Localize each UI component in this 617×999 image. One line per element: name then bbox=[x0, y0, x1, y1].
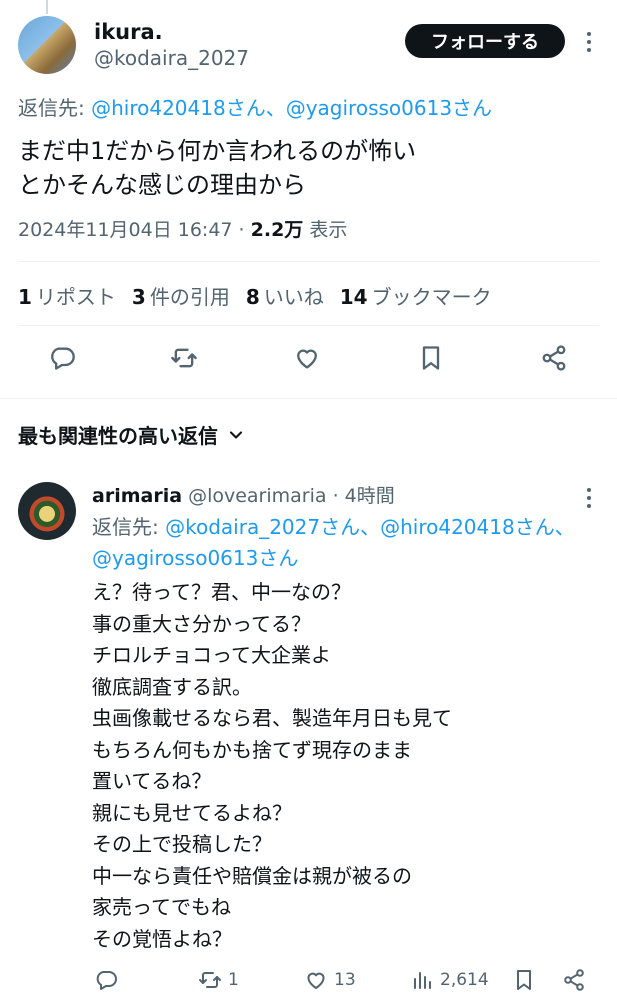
stat-likes[interactable]: 8 いいね bbox=[246, 281, 324, 310]
stat-quotes[interactable]: 3 件の引用 bbox=[132, 281, 230, 310]
retweet-button[interactable]: 1 bbox=[198, 962, 239, 998]
reply-actions: 1 13 2,614 bbox=[92, 962, 597, 998]
reply-button[interactable] bbox=[94, 962, 118, 998]
bookmark-icon[interactable] bbox=[413, 340, 449, 376]
stat-bookmarks[interactable]: 14 ブックマーク bbox=[340, 281, 492, 310]
share-button[interactable] bbox=[562, 962, 586, 998]
chevron-down-icon bbox=[229, 430, 243, 439]
user-handle[interactable]: @kodaira_2027 bbox=[94, 46, 249, 70]
divider bbox=[18, 261, 599, 262]
reply-sort-dropdown[interactable]: 最も関連性の高い返信 bbox=[18, 420, 246, 449]
tweet-meta: 2024年11月04日 16:47 · 2.2万 表示 bbox=[18, 215, 347, 242]
retweet-icon bbox=[199, 972, 221, 988]
display-name[interactable]: ikura. bbox=[94, 20, 163, 44]
more-options-icon[interactable] bbox=[581, 28, 597, 54]
reply-icon bbox=[96, 971, 117, 990]
reply-avatar[interactable] bbox=[18, 482, 76, 540]
retweet-count: 1 bbox=[228, 970, 239, 990]
reply-icon[interactable] bbox=[44, 340, 80, 376]
views-label: 表示 bbox=[303, 219, 348, 241]
main-tweet-header: ikura. @kodaira_2027 フォローする bbox=[18, 16, 599, 78]
reply-to-prefix: 返信先: bbox=[92, 515, 166, 539]
timestamp[interactable]: 2024年11月04日 16:47 · bbox=[18, 219, 251, 241]
sort-label: 最も関連性の高い返信 bbox=[18, 424, 218, 448]
reply-display-name[interactable]: arimaria bbox=[92, 485, 182, 507]
engagement-stats: 1 リポスト 3 件の引用 8 いいね 14 ブックマーク bbox=[18, 281, 492, 310]
reply-time[interactable]: · 4時間 bbox=[327, 485, 395, 507]
like-button[interactable]: 13 bbox=[304, 962, 356, 998]
retweet-icon[interactable] bbox=[166, 340, 202, 376]
reply-text: え？待って？君、中一なの？ 事の重大さ分かってる？ チロルチョコって大企業よ 徹… bbox=[92, 580, 452, 951]
stat-reposts[interactable]: 1 リポスト bbox=[18, 281, 116, 310]
views-count: 2.2万 bbox=[250, 219, 304, 241]
reply-header: arimaria @lovearimaria · 4時間 bbox=[92, 481, 395, 508]
views-button[interactable]: 2,614 bbox=[410, 962, 489, 998]
main-tweet-actions bbox=[18, 340, 599, 384]
bookmark-button[interactable] bbox=[512, 962, 536, 998]
like-icon[interactable] bbox=[289, 340, 325, 376]
share-icon[interactable] bbox=[536, 340, 572, 376]
tweet-text: まだ中1だから何か言われるのが怖い とかそんな感じの理由から bbox=[18, 137, 417, 199]
reply-to-prefix: 返信先: bbox=[18, 96, 92, 120]
reply-handle[interactable]: @lovearimaria bbox=[188, 485, 326, 507]
share-icon bbox=[564, 969, 584, 991]
analytics-icon bbox=[414, 972, 431, 989]
divider bbox=[18, 325, 599, 326]
avatar[interactable] bbox=[18, 16, 76, 74]
reply-to-line: 返信先: @kodaira_2027さん、@hiro420418さん、@yagi… bbox=[92, 512, 592, 574]
more-options-icon[interactable] bbox=[581, 484, 597, 508]
view-count: 2,614 bbox=[440, 970, 489, 990]
like-icon bbox=[307, 972, 325, 989]
divider bbox=[0, 398, 617, 399]
like-count: 13 bbox=[334, 970, 356, 990]
reply-to-line: 返信先: @hiro420418さん、@yagirosso0613さん bbox=[18, 92, 492, 121]
reply-to-mentions[interactable]: @hiro420418さん、@yagirosso0613さん bbox=[91, 96, 492, 120]
reply-to-mentions[interactable]: @kodaira_2027さん、@hiro420418さん、@yagirosso… bbox=[92, 515, 575, 570]
follow-button[interactable]: フォローする bbox=[405, 24, 565, 58]
thread-connector-line bbox=[46, 0, 48, 14]
bookmark-icon bbox=[517, 970, 531, 990]
